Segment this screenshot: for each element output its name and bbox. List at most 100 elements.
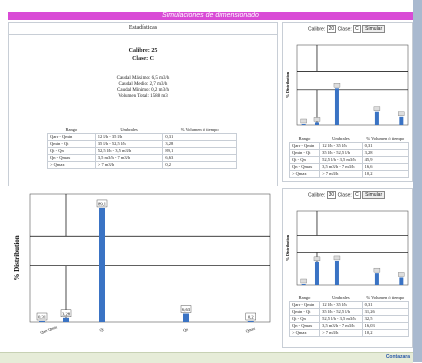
table-row: Qt - Qn 52,5 l/h - 3,5 m3/h 32,5 <box>288 315 410 323</box>
clase-select[interactable]: C <box>353 191 361 199</box>
cell: 10,2 <box>361 329 410 337</box>
cell: > 7 m3/h <box>319 329 363 337</box>
cell: 52,5 l/h - 3,5 m3/h <box>319 156 363 164</box>
bar-value-box <box>313 256 321 262</box>
cell: 0,31 <box>361 301 410 309</box>
chart-bar <box>301 124 306 125</box>
stats-table: Rango Umbrales % Volumen ó tiempo Qarr -… <box>47 127 237 169</box>
chart-bar <box>63 317 69 322</box>
cell: 3,5 m3/h - 7 m3/h <box>94 154 164 162</box>
x-tick-label: Qn <box>182 326 188 332</box>
col-volumen: % Volumen ó tiempo <box>366 136 405 141</box>
right-scroll-bar[interactable] <box>413 0 422 362</box>
table-row: Qarr - Qmin 12 l/h - 35 l/h 0,31 <box>47 133 237 141</box>
bar-value-box <box>333 255 341 261</box>
cell: 35 l/h - 52,5 l/h <box>319 308 363 316</box>
cell: 89,1 <box>162 147 237 155</box>
cell: 0,2 <box>162 161 237 169</box>
table-row: Qmin - Qt 35 l/h - 52,5 l/h 3,28 <box>47 140 237 148</box>
stat-min: Caudal Mínimo: 0,2 m3/h <box>117 88 169 93</box>
cell: 6,63 <box>162 154 237 162</box>
cell: 52,5 l/h - 3,5 m3/h <box>319 315 363 323</box>
big-chart-panel: 0,31 3,28 89,1 6,63 0,2% Distribution Qarr Qm… <box>8 186 278 352</box>
app-frame: Simulaciones de dimensionado Estadística… <box>0 0 422 363</box>
x-tick-label: Qt <box>99 326 105 332</box>
cell: Qarr - Qmin <box>47 133 96 141</box>
simular-button[interactable]: Simular <box>362 25 386 33</box>
table-row: Qarr - Qmin 12 l/h - 35 l/h 0,31 <box>288 301 410 309</box>
status-bar <box>0 352 413 363</box>
clase-line: Clase: C <box>132 56 154 62</box>
chart-bar <box>99 207 105 322</box>
bar-value-box <box>398 272 405 277</box>
chart-bar <box>314 122 319 125</box>
calibre-select[interactable]: 30 <box>326 191 337 199</box>
plot-area <box>296 210 409 286</box>
bar-value-box <box>398 111 405 116</box>
cell: 10,2 <box>361 170 410 178</box>
cell: 45,9 <box>361 156 410 164</box>
stats-panel: Estadísticas Calibre: 25 Clase: C Caudal… <box>8 22 278 212</box>
top-bar <box>0 0 413 10</box>
chart-bar <box>183 313 189 322</box>
calibre-line: Calibre: 25 <box>128 48 158 54</box>
cell: Qt - Qn <box>288 156 321 164</box>
cell: > 7 m3/h <box>319 170 363 178</box>
cell: 0,31 <box>361 142 410 150</box>
cell: 3,28 <box>162 140 237 148</box>
chart-bar <box>39 321 45 322</box>
cell: 16,6 <box>361 163 410 171</box>
chart-bar <box>399 277 404 285</box>
table-row: Qarr - Qmin 12 l/h - 35 l/h 0,31 <box>288 142 410 150</box>
table-row: > Qmax > 7 m3/h 10,2 <box>288 170 410 178</box>
cell: Qt - Qn <box>47 147 96 155</box>
cell: > 7 m3/h <box>94 161 164 169</box>
chart-bar <box>314 261 319 285</box>
cell: 32,5 <box>361 315 410 323</box>
cell: 16,03 <box>361 322 410 330</box>
table-row: > Qmax > 7 m3/h 0,2 <box>47 161 237 169</box>
page-title: Simulaciones de dimensionado <box>8 12 413 20</box>
y-axis-label: % Distribution <box>285 234 290 261</box>
bar-value-box <box>333 83 341 88</box>
cell: Qmin - Qt <box>288 149 321 157</box>
x-tick-label: Qmax <box>245 326 256 334</box>
bar-value-box <box>373 267 381 273</box>
cell: 3,28 <box>361 149 410 157</box>
bar-value-box <box>373 106 381 111</box>
clase-select[interactable]: C <box>353 25 361 33</box>
cell: Qarr - Qmin <box>288 142 321 150</box>
simular-button[interactable]: Simular <box>362 191 386 199</box>
table-row: Qn - Qmax 3,5 m3/h - 7 m3/h 6,63 <box>47 154 237 162</box>
table-row: Qmin - Qt 35 l/h - 52,5 l/h 3,28 <box>288 149 410 157</box>
cell: > Qmax <box>47 161 96 169</box>
cell: 35 l/h - 52,5 l/h <box>319 149 363 157</box>
right-top-table: Rango Umbrales % Volumen ó tiempo Qarr -… <box>288 136 410 178</box>
calibre-label: Calibre: <box>308 26 326 33</box>
x-tick-label: Qarr Qmin <box>40 324 58 335</box>
cell: Qarr - Qmin <box>288 301 321 309</box>
cell: Qmin - Qt <box>288 308 321 316</box>
cell: Qt - Qn <box>288 315 321 323</box>
chart-bar <box>374 111 379 125</box>
right-top-panel: Calibre: 20 Clase: C Simular % Distribut… <box>282 22 413 182</box>
stat-max: Caudal Máximo: 6,5 m3/h <box>116 76 170 81</box>
chart-bar <box>374 273 379 285</box>
cell: 31,26 <box>361 308 410 316</box>
cell: Qmin - Qt <box>47 140 96 148</box>
cell: 12 l/h - 35 l/h <box>319 301 363 309</box>
y-axis-label: % Distribution <box>13 235 21 280</box>
chart-bar <box>399 116 404 125</box>
brand-logo: Contazara <box>385 354 410 360</box>
calibre-select[interactable]: 20 <box>326 25 337 33</box>
cell: 3,5 m3/h - 7 m3/h <box>319 322 363 330</box>
right-bottom-panel: Calibre: 30 Clase: C Simular % Distribut… <box>282 188 413 348</box>
right-bottom-chart: % Distribution <box>285 210 409 286</box>
big-chart: 0,313,2889,16,630,2% DistributionQarr Qm… <box>13 193 271 335</box>
chart-bar <box>334 88 339 125</box>
clase-label: Clase: <box>337 192 352 199</box>
right-bottom-controls: Calibre: 30 Clase: C Simular <box>308 191 386 199</box>
cell: Qn - Qmax <box>288 163 321 171</box>
cell: Qn - Qmax <box>47 154 96 162</box>
table-row: Qn - Qmax 3,5 m3/h - 7 m3/h 16,03 <box>288 322 410 330</box>
